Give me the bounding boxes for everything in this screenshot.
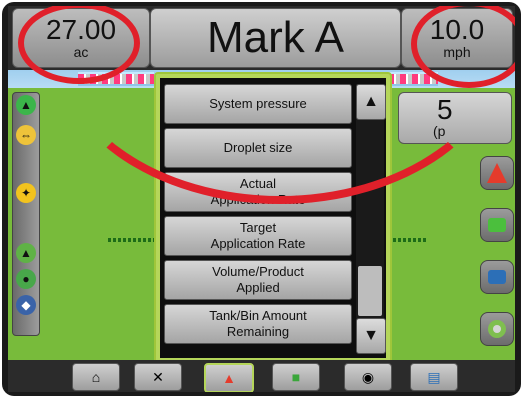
menu-item-target-application-rate[interactable]: Target Application Rate bbox=[164, 216, 352, 256]
left-sidebar: ▲ ⇔ ✦ ▲ ● ◆ bbox=[12, 92, 40, 336]
boom-section-icon[interactable]: ▲ bbox=[16, 95, 36, 115]
screen: 27.00 ac Mark A 10.0 mph ▲ ⇔ ✦ ▲ ● ◆ 5 (… bbox=[8, 6, 515, 392]
device-frame: 27.00 ac Mark A 10.0 mph ▲ ⇔ ✦ ▲ ● ◆ 5 (… bbox=[2, 2, 521, 396]
tools-icon: ✕ bbox=[152, 368, 164, 385]
menu-item-volume-product-applied[interactable]: Volume/Product Applied bbox=[164, 260, 352, 300]
triangle-down-icon: ▼ bbox=[363, 327, 379, 344]
guideline-right bbox=[388, 238, 428, 242]
arrow-up-icon bbox=[487, 163, 507, 183]
camera-icon: ◉ bbox=[361, 368, 375, 385]
panel-icon bbox=[488, 270, 506, 284]
settings-button[interactable] bbox=[480, 312, 514, 346]
boom-height-icon[interactable]: ⇔ bbox=[16, 125, 36, 145]
drop-icon[interactable]: ● bbox=[16, 269, 36, 289]
operator-icon[interactable]: ◆ bbox=[16, 295, 36, 315]
map-icon: ■ bbox=[291, 369, 301, 385]
nav-camera-button[interactable]: ◉ bbox=[344, 363, 392, 391]
guidance-arrow-button[interactable] bbox=[480, 156, 514, 190]
nav-tools-button[interactable]: ✕ bbox=[134, 363, 182, 391]
nav-data-button[interactable]: ▤ bbox=[410, 363, 458, 391]
data-panel-button[interactable] bbox=[480, 260, 514, 294]
nav-home-button[interactable]: ⌂ bbox=[72, 363, 120, 391]
guidance-icon: ▲ bbox=[222, 370, 236, 386]
data-icon: ▤ bbox=[427, 368, 441, 385]
map-layer-button[interactable] bbox=[480, 208, 514, 242]
nav-guidance-button[interactable]: ▲ bbox=[204, 363, 254, 392]
menu-item-tank-bin-amount-remaining[interactable]: Tank/Bin Amount Remaining bbox=[164, 304, 352, 344]
warning-icon[interactable]: ✦ bbox=[16, 183, 36, 203]
tree-icon[interactable]: ▲ bbox=[16, 243, 36, 263]
bottom-nav-bar: ⌂ ✕ ▲ ■ ◉ ▤ bbox=[8, 360, 515, 392]
scroll-thumb[interactable] bbox=[358, 266, 382, 316]
settings-icon bbox=[488, 320, 506, 338]
layer-icon bbox=[488, 218, 506, 232]
scroll-down-button[interactable]: ▼ bbox=[356, 318, 386, 354]
nav-map-button[interactable]: ■ bbox=[272, 363, 320, 391]
guideline-left bbox=[108, 238, 158, 242]
home-icon: ⌂ bbox=[91, 369, 101, 385]
